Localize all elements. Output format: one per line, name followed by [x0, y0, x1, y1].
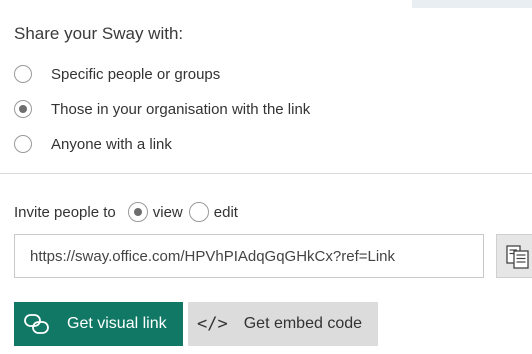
get-embed-code-label: Get embed code	[243, 315, 363, 332]
invite-label: Invite people to	[14, 203, 116, 221]
top-edge	[0, 0, 532, 8]
top-edge-inner	[0, 0, 412, 8]
permission-edit[interactable]: edit	[188, 202, 238, 222]
code-icon: </>	[197, 314, 228, 334]
radio-view[interactable]	[127, 202, 148, 222]
link-icon	[24, 314, 49, 334]
option-label: Anyone with a link	[51, 135, 172, 153]
permission-view[interactable]: view	[127, 202, 183, 222]
radio-anyone-with-link[interactable]	[14, 135, 32, 153]
option-organisation-link[interactable]: Those in your organisation with the link	[14, 98, 310, 120]
option-specific-people[interactable]: Specific people or groups	[14, 63, 220, 85]
get-visual-link-button[interactable]: Get visual link	[14, 302, 183, 346]
option-label: Those in your organisation with the link	[51, 100, 311, 118]
invite-row: Invite people to view edit	[14, 201, 244, 223]
copy-icon	[506, 245, 529, 269]
radio-specific-people[interactable]	[14, 65, 32, 83]
copy-link-button[interactable]	[496, 234, 532, 278]
option-label: Specific people or groups	[51, 65, 221, 83]
edit-label: edit	[213, 203, 238, 221]
divider	[0, 173, 532, 174]
view-label: view	[152, 203, 183, 221]
get-embed-code-button[interactable]: </> Get embed code	[188, 302, 378, 346]
radio-organisation-link[interactable]	[14, 100, 32, 118]
radio-edit[interactable]	[188, 202, 209, 222]
share-panel: Share your Sway with: Specific people or…	[0, 0, 532, 354]
option-anyone-with-link[interactable]: Anyone with a link	[14, 133, 172, 155]
share-heading: Share your Sway with:	[14, 24, 184, 43]
get-visual-link-label: Get visual link	[67, 315, 167, 332]
share-link-field[interactable]	[14, 234, 484, 278]
